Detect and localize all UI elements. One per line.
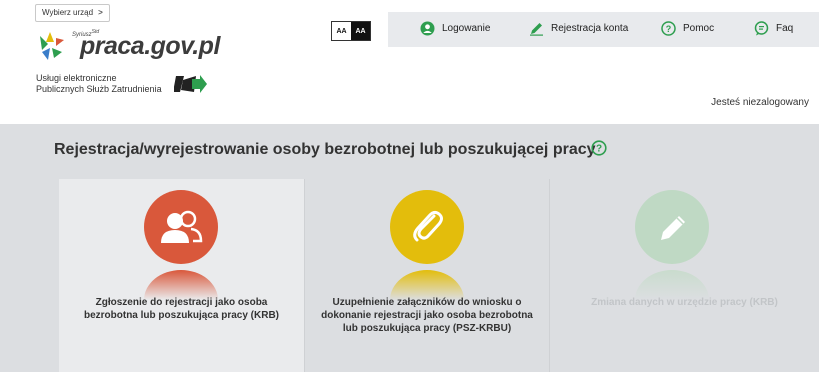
paperclip-icon: [390, 190, 464, 264]
top-navigation: Logowanie Rejestracja konta ? Pomoc Faq: [388, 12, 819, 47]
chat-icon: [754, 21, 769, 36]
card-attachments-psz-krbu-label: Uzupełnienie załączników do wniosku o do…: [321, 297, 533, 334]
svg-text:?: ?: [666, 24, 672, 34]
nav-login-label: Logowanie: [442, 23, 491, 34]
nav-register[interactable]: Rejestracja konta: [529, 21, 628, 36]
main-content: Rejestracja/wyrejestrowanie osoby bezrob…: [0, 124, 819, 372]
page-header: Wybierz urząd > SyriuszStd praca.gov.pl …: [0, 0, 819, 124]
praca-gov-logo[interactable]: SyriuszStd praca.gov.pl: [36, 28, 220, 64]
help-icon[interactable]: ?: [591, 140, 607, 156]
user-icon: [420, 21, 435, 36]
chevron-right-icon: >: [98, 8, 103, 17]
nav-login[interactable]: Logowanie: [420, 21, 490, 36]
psz-logo-icon: [174, 75, 207, 93]
card-register-krb-label: Zgłoszenie do rejestracji jako osoba bez…: [83, 297, 280, 321]
login-status: Jesteś niezalogowany: [711, 97, 809, 108]
service-cards: Zgłoszenie do rejestracji jako osoba bez…: [59, 179, 819, 372]
card-register-krb[interactable]: Zgłoszenie do rejestracji jako osoba bez…: [59, 179, 304, 372]
font-size-normal-button[interactable]: AA: [332, 22, 351, 40]
nav-help[interactable]: ? Pomoc: [661, 21, 714, 36]
card-attachments-psz-krbu[interactable]: Uzupełnienie załączników do wniosku o do…: [304, 179, 549, 372]
pencil-icon: [529, 21, 544, 36]
nav-faq-label: Faq: [776, 23, 794, 34]
page-title: Rejestracja/wyrejestrowanie osoby bezrob…: [54, 141, 596, 158]
nav-register-label: Rejestracja konta: [551, 23, 629, 34]
help-icon: ?: [661, 21, 676, 36]
svg-text:?: ?: [596, 144, 602, 155]
select-office-button[interactable]: Wybierz urząd >: [35, 4, 110, 22]
users-icon: [144, 190, 218, 264]
nav-help-label: Pomoc: [683, 23, 715, 34]
tagline-line-2: Publicznych Służb Zatrudnienia: [36, 84, 162, 94]
select-office-label: Wybierz urząd: [42, 8, 94, 17]
card-change-data-krb: Zmiana danych w urzędzie pracy (KRB): [549, 179, 819, 372]
nav-faq[interactable]: Faq: [754, 21, 793, 36]
font-size-switcher: AA AA: [331, 21, 371, 41]
logo-mark-icon: [40, 32, 64, 60]
tagline: Usługi elektroniczne Publicznych Służb Z…: [36, 73, 162, 95]
font-size-large-button[interactable]: AA: [351, 22, 370, 40]
tagline-line-1: Usługi elektroniczne: [36, 73, 117, 83]
card-change-data-krb-label: Zmiana danych w urzędzie pracy (KRB): [591, 297, 778, 308]
logo-brand-text: praca.gov.pl: [80, 32, 220, 60]
pencil-icon: [635, 190, 709, 264]
